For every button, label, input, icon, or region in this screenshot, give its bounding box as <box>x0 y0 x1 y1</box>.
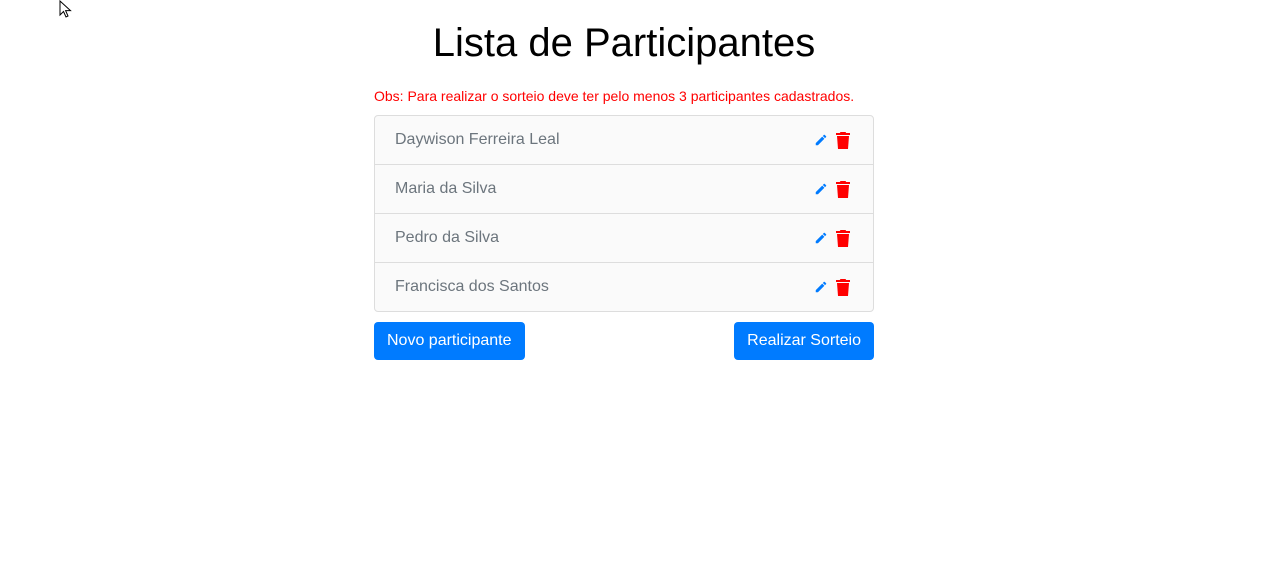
edit-button[interactable] <box>814 280 828 294</box>
row-actions <box>814 180 853 198</box>
list-item: Pedro da Silva <box>375 213 873 262</box>
delete-button[interactable] <box>836 131 850 149</box>
pencil-icon <box>815 183 827 195</box>
requirement-note: Obs: Para realizar o sorteio deve ter pe… <box>374 88 855 104</box>
participants-panel: Lista de Participantes Obs: Para realiza… <box>374 0 874 360</box>
draw-button[interactable]: Realizar Sorteio <box>734 322 874 360</box>
trash-icon <box>836 131 850 149</box>
pencil-icon <box>815 281 827 293</box>
participant-name: Maria da Silva <box>395 180 497 197</box>
delete-button[interactable] <box>836 278 850 296</box>
delete-button[interactable] <box>836 229 850 247</box>
delete-button[interactable] <box>836 180 850 198</box>
trash-icon <box>836 180 850 198</box>
edit-button[interactable] <box>814 231 828 245</box>
participant-name: Pedro da Silva <box>395 229 500 246</box>
participant-name: Francisca dos Santos <box>395 278 549 295</box>
row-actions <box>814 229 853 247</box>
trash-icon <box>836 229 850 247</box>
row-actions <box>814 131 853 149</box>
action-bar: Novo participante Realizar Sorteio <box>374 322 874 360</box>
trash-icon <box>836 278 850 296</box>
edit-button[interactable] <box>814 133 828 147</box>
row-actions <box>814 278 853 296</box>
participant-name: Daywison Ferreira Leal <box>395 131 560 148</box>
new-participant-button[interactable]: Novo participante <box>374 322 525 360</box>
participant-list: Daywison Ferreira Leal Maria da Silva Pe… <box>374 115 874 312</box>
mouse-pointer-icon <box>59 0 72 18</box>
list-item: Maria da Silva <box>375 164 873 213</box>
pencil-icon <box>815 232 827 244</box>
page-title: Lista de Participantes <box>432 21 816 65</box>
list-item: Daywison Ferreira Leal <box>375 116 873 164</box>
list-item: Francisca dos Santos <box>375 262 873 311</box>
edit-button[interactable] <box>814 182 828 196</box>
pencil-icon <box>815 134 827 146</box>
